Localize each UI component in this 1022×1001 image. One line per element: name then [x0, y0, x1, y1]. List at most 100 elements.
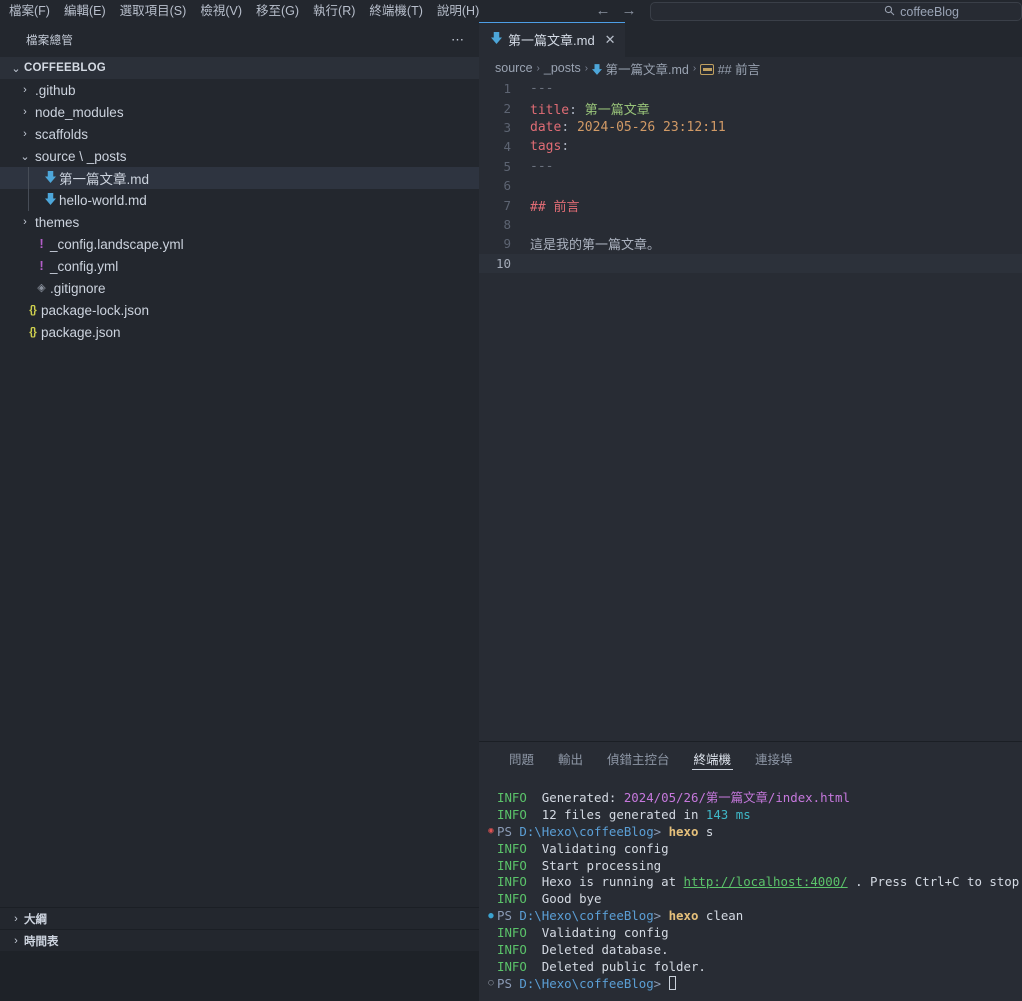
- breadcrumb-item[interactable]: _posts: [544, 61, 581, 75]
- code-line: 3 date: 2024-05-26 23:12:11: [479, 118, 1022, 137]
- terminal-line-spacer: [485, 961, 497, 971]
- gitignore-file-icon: ◈: [37, 282, 46, 294]
- sidebar-collapsed-panel-label: 大綱: [24, 913, 47, 926]
- terminal-line: INFO 12 files generated in 143 ms: [485, 806, 1022, 823]
- terminal-segment: Hexo is running at: [534, 874, 684, 890]
- terminal-line: ○ PS D:\Hexo\coffeeBlog >: [485, 975, 1022, 992]
- file-tree-row[interactable]: › node_modules: [0, 101, 479, 123]
- command-pending-icon: ○: [488, 978, 494, 989]
- sidebar-collapsed-panel[interactable]: › 大綱: [0, 907, 479, 929]
- navigate-back-icon[interactable]: ←: [590, 0, 616, 22]
- terminal-segment: PS: [497, 823, 520, 839]
- terminal-segment: >: [653, 823, 669, 839]
- file-tree-row[interactable]: {} package.json: [0, 321, 479, 343]
- file-tree-row[interactable]: ⌄ source \ _posts: [0, 145, 479, 167]
- chevron-right-icon[interactable]: ›: [17, 128, 33, 140]
- chevron-down-icon[interactable]: ⌄: [17, 150, 33, 163]
- code-line: 8: [479, 215, 1022, 234]
- chevron-right-icon[interactable]: ›: [17, 106, 33, 118]
- panel-tab[interactable]: 輸出: [546, 742, 595, 775]
- terminal-line: INFO Hexo is running at http://localhost…: [485, 873, 1022, 890]
- breadcrumb-item[interactable]: ## 前言: [700, 59, 760, 78]
- chevron-right-icon[interactable]: ›: [8, 913, 24, 925]
- chevron-down-icon[interactable]: ⌄: [8, 62, 24, 75]
- terminal-segment: . Press Ctrl+C to stop.: [847, 874, 1022, 890]
- code-line: 9 這是我的第一篇文章。: [479, 234, 1022, 253]
- json-file-icon: {}: [29, 304, 37, 316]
- editor-tab[interactable]: 第一篇文章.md ✕: [479, 22, 625, 57]
- terminal-segment: D:\Hexo\coffeeBlog: [519, 908, 654, 924]
- code-line: 1 ---: [479, 79, 1022, 98]
- terminal-line: ◉ PS D:\Hexo\coffeeBlog > hexo s: [485, 823, 1022, 840]
- panel-tab[interactable]: 終端機: [682, 742, 744, 775]
- yaml-file-icon: !: [39, 236, 44, 251]
- file-tree-row[interactable]: {} package-lock.json: [0, 299, 479, 321]
- close-icon[interactable]: ✕: [605, 33, 616, 46]
- file-tree-label: node_modules: [35, 104, 124, 120]
- code-token: 這是我的第一篇文章。: [530, 238, 661, 254]
- command-failed-icon: ◉: [488, 826, 494, 837]
- sidebar-collapsed-panel-label: 時間表: [24, 935, 59, 948]
- chevron-right-icon[interactable]: ›: [17, 216, 33, 228]
- file-tree-row[interactable]: hello-world.md: [0, 189, 479, 211]
- breadcrumb-item[interactable]: 第一篇文章.md: [592, 59, 689, 78]
- terminal-segment: INFO: [497, 857, 535, 873]
- file-tree-label: source \ _posts: [35, 148, 127, 164]
- breadcrumb-separator-icon: ›: [536, 62, 540, 74]
- terminal-segment: >: [653, 908, 669, 924]
- line-number: 6: [503, 178, 511, 194]
- terminal-segment: INFO: [497, 958, 535, 974]
- menu-item[interactable]: 選取項目(S): [113, 1, 194, 22]
- file-tree-row[interactable]: › themes: [0, 211, 479, 233]
- file-tree-row[interactable]: ! _config.yml: [0, 255, 479, 277]
- line-number: 9: [503, 236, 511, 252]
- panel-tab[interactable]: 問題: [497, 742, 546, 775]
- explorer-more-actions-icon[interactable]: ⋯: [451, 32, 465, 48]
- panel-tab[interactable]: 連接埠: [743, 742, 805, 775]
- markdown-icon: [592, 63, 603, 77]
- terminal-segment: Validating config: [534, 840, 669, 856]
- terminal-line-spacer: [485, 843, 497, 853]
- sidebar-collapsed-panel[interactable]: › 時間表: [0, 929, 479, 951]
- navigate-forward-icon[interactable]: →: [616, 0, 642, 22]
- workspace-root-row[interactable]: ⌄ COFFEEBLOG: [0, 57, 479, 79]
- terminal-segment: INFO: [497, 789, 535, 805]
- terminal-segment: Validating config: [534, 925, 669, 941]
- code-token: date: [530, 119, 562, 135]
- menu-item[interactable]: 編輯(E): [57, 1, 113, 22]
- menu-item[interactable]: 終端機(T): [362, 1, 429, 22]
- chevron-right-icon[interactable]: ›: [8, 935, 24, 947]
- terminal-segment: hexo: [668, 823, 699, 839]
- file-tree-row[interactable]: ◈ .gitignore: [0, 277, 479, 299]
- breadcrumb: source › _posts › 第一篇文章.md › ## 前言: [479, 57, 1022, 79]
- file-tree-row[interactable]: › scaffolds: [0, 123, 479, 145]
- terminal-link[interactable]: http://localhost:4000/: [684, 874, 848, 889]
- terminal-segment: Deleted database.: [534, 941, 669, 957]
- command-center-search[interactable]: coffeeBlog: [650, 2, 1022, 21]
- chevron-right-icon[interactable]: ›: [17, 84, 33, 96]
- code-editor[interactable]: 1 --- 2 title: 第一篇文章 3 date: 2024-05-26 23:12…: [479, 79, 1022, 741]
- breadcrumb-item-label: 第一篇文章.md: [605, 62, 689, 77]
- file-tree-row[interactable]: › .github: [0, 79, 479, 101]
- terminal-output[interactable]: INFO Generated: 2024/05/26/第一篇文章/index.h…: [479, 775, 1022, 1001]
- editor-tab-label: 第一篇文章.md: [508, 33, 595, 48]
- file-tree-row[interactable]: 第一篇文章.md: [0, 167, 479, 189]
- terminal-segment: >: [653, 975, 669, 991]
- code-token: :: [561, 139, 570, 155]
- breadcrumb-item[interactable]: source: [495, 61, 533, 75]
- menu-item[interactable]: 說明(H): [430, 1, 486, 22]
- tree-indent-guide: [28, 189, 29, 211]
- menu-item[interactable]: 移至(G): [249, 1, 306, 22]
- terminal-segment: INFO: [497, 806, 535, 822]
- file-tree-row[interactable]: ! _config.landscape.yml: [0, 233, 479, 255]
- line-number: 10: [495, 255, 511, 271]
- menu-item[interactable]: 檔案(F): [2, 1, 57, 22]
- panel-tab[interactable]: 偵錯主控台: [595, 742, 682, 775]
- json-file-icon: {}: [29, 326, 37, 338]
- code-token: ---: [530, 158, 554, 174]
- terminal-line: INFO Start processing: [485, 857, 1022, 874]
- menu-item[interactable]: 檢視(V): [193, 1, 249, 22]
- menu-item[interactable]: 執行(R): [306, 1, 362, 22]
